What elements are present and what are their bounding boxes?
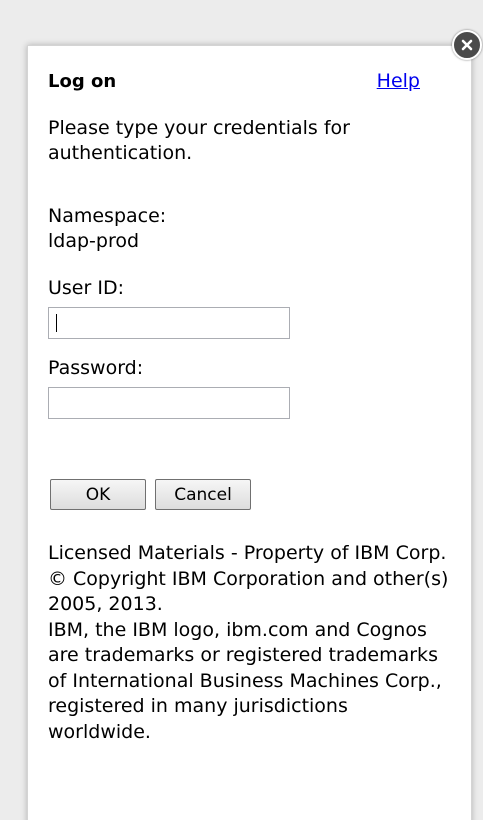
dialog-header: Log on Help xyxy=(48,70,420,92)
userid-input[interactable] xyxy=(48,307,290,339)
password-input[interactable] xyxy=(48,387,290,419)
password-label: Password: xyxy=(48,357,144,379)
text-cursor xyxy=(56,314,57,332)
copyright-footer: Licensed Materials - Property of IBM Cor… xyxy=(48,541,453,745)
dialog-title: Log on xyxy=(48,71,117,92)
ok-button[interactable]: OK xyxy=(50,479,146,510)
namespace-label: Namespace: xyxy=(48,205,167,227)
instructions-text: Please type your credentials for authent… xyxy=(48,117,350,164)
footer-trademark-line: IBM, the IBM logo, ibm.com and Cognos ar… xyxy=(48,618,442,743)
logon-dialog: Log on Help Please type your credentials… xyxy=(27,45,472,820)
close-button[interactable] xyxy=(452,30,482,60)
footer-copyright-line: © Copyright IBM Corporation and other(s)… xyxy=(48,567,449,616)
footer-license-line: Licensed Materials - Property of IBM Cor… xyxy=(48,542,447,564)
namespace-value: ldap-prod xyxy=(48,230,140,252)
page-background: Log on Help Please type your credentials… xyxy=(0,0,483,820)
close-x-circle-icon xyxy=(461,39,473,51)
help-link[interactable]: Help xyxy=(377,70,420,92)
userid-label: User ID: xyxy=(48,277,124,299)
cancel-button[interactable]: Cancel xyxy=(155,479,251,510)
